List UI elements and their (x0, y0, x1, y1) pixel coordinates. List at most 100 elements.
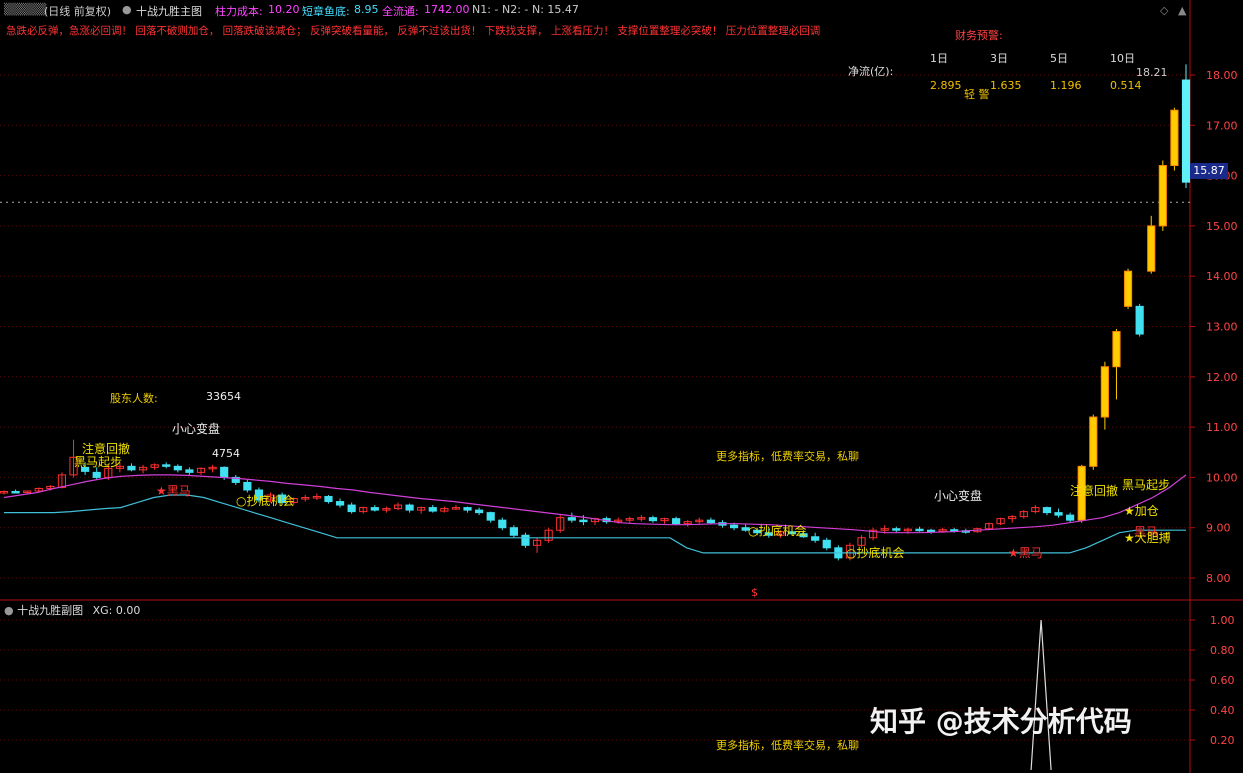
candle-body (324, 496, 333, 503)
chart-canvas[interactable]: 8.009.0010.0011.0012.0013.0014.0015.0016… (0, 0, 1243, 773)
candle-body (428, 507, 437, 512)
y-tick-label: 11.00 (1206, 421, 1238, 434)
candle-body (811, 536, 820, 541)
candle-body (729, 524, 739, 529)
candle-body (127, 465, 136, 471)
candle-body (672, 518, 681, 525)
candle-body (463, 507, 472, 511)
candle-body (173, 465, 182, 471)
bottom-chance-text-2: 抄底机会 (758, 524, 807, 538)
finance-value-10: 0.514 (1110, 79, 1142, 92)
sub-indicator-name[interactable]: 十战九胜副图 (17, 604, 83, 617)
candle-body (648, 517, 658, 522)
caution-label-1: 小心变盘 (172, 422, 221, 436)
candle-body (1135, 305, 1144, 335)
finance-period-5: 5日 (1050, 52, 1068, 65)
bottom-chance-label-2: ○抄底机会 (748, 524, 807, 538)
finance-period-10: 10日 (1110, 52, 1135, 65)
attention-label-2: 注意回撤 (1070, 484, 1119, 498)
caution-value-1: 4754 (212, 447, 240, 460)
candle-body (243, 481, 252, 491)
y-tick-label: 9.00 (1206, 522, 1231, 535)
candle-body (1158, 165, 1167, 227)
darkhorse-start-label-2: 黑马起步 (1122, 478, 1171, 492)
holders-value: 33654 (206, 390, 241, 403)
sub-y-tick-label: 0.60 (1210, 674, 1235, 687)
bottom-chance-label-3: ○抄底机会 (846, 546, 905, 560)
y-tick-label: 15.00 (1206, 220, 1238, 233)
candle-body (1089, 416, 1098, 467)
bold-bet-label: ★大胆搏 (1124, 531, 1171, 545)
finance-value-3: 1.635 (990, 79, 1022, 92)
candle-body (915, 528, 924, 532)
high-price-label: 18.21 (1136, 66, 1168, 79)
more-info-2: 更多指标，低费率交易，私聊 (716, 739, 859, 752)
y-tick-label: 13.00 (1206, 321, 1238, 334)
candle-body (347, 504, 356, 513)
darkhorse-text-2: 黑马 (1018, 546, 1043, 560)
y-tick-label: 18.00 (1206, 69, 1238, 82)
holders-label: 股东人数: (110, 392, 158, 405)
xg-spike-line (1030, 619, 1052, 771)
finance-value-1: 2.895 (930, 79, 962, 92)
candle-body (92, 471, 101, 478)
candle-body (370, 507, 379, 511)
candle-body (1181, 79, 1191, 183)
caution-label-2: 小心变盘 (934, 489, 983, 503)
candle-body (335, 501, 345, 506)
darkhorse-start-label-1: 黑马起步 (74, 455, 123, 469)
more-info-1: 更多指标，低费率交易，私聊 (716, 450, 859, 463)
candle-body (706, 519, 715, 524)
sub-dropdown-icon[interactable]: ● (4, 604, 14, 617)
add-position-label: ★加仓 (1124, 504, 1159, 518)
y-tick-label: 14.00 (1206, 270, 1238, 283)
candle-body (1112, 331, 1121, 368)
add-position-text: 加仓 (1134, 504, 1159, 518)
sub-xg-value: XG: 0.00 (92, 604, 141, 617)
candle-body (11, 490, 20, 494)
candle-body (567, 517, 576, 521)
sub-y-tick-label: 0.40 (1210, 704, 1235, 717)
y-tick-label: 8.00 (1206, 572, 1231, 585)
candle-body (822, 539, 831, 549)
y-tick-label: 12.00 (1206, 371, 1238, 384)
candle-body (1100, 366, 1109, 418)
darkhorse-label-2: ★黑马 (1008, 546, 1043, 560)
finance-period-3: 3日 (990, 52, 1008, 65)
candle-body (220, 466, 229, 478)
watermark: 知乎 @技术分析代码 (870, 705, 1132, 738)
candle-body (892, 528, 901, 531)
candle-body (1066, 514, 1075, 521)
candle-body (579, 519, 588, 523)
darkhorse-text-1: 黑马 (166, 484, 191, 498)
bottom-chance-label-1: ○抄底机会 (236, 494, 295, 508)
sub-panel-header: ● 十战九胜副图 XG: 0.00 (4, 602, 140, 618)
finance-value-5: 1.196 (1050, 79, 1082, 92)
candle-body (1054, 512, 1063, 516)
sub-y-tick-label: 1.00 (1210, 614, 1235, 627)
candle-body (1042, 507, 1052, 514)
candle-body (1123, 270, 1133, 307)
sub-y-tick-label: 0.20 (1210, 734, 1235, 747)
candle-body (926, 529, 936, 533)
bottom-chance-text-1: 抄底机会 (246, 494, 295, 508)
finance-period-1: 1日 (930, 52, 948, 65)
candle-body (486, 512, 495, 521)
warning-label: 轻 警 (964, 88, 990, 101)
bottom-chance-text-3: 抄底机会 (856, 546, 905, 560)
candle-body (1170, 109, 1179, 167)
y-tick-label: 17.00 (1206, 119, 1238, 132)
candle-body (405, 504, 414, 511)
finance-title: 财务预警: (955, 29, 1003, 42)
candle-body (521, 534, 530, 546)
sub-y-tick-label: 0.80 (1210, 644, 1235, 657)
net-flow-label: 净流(亿): (848, 65, 894, 78)
y-tick-label: 10.00 (1206, 471, 1238, 484)
candle-body (498, 519, 507, 529)
candle-body (185, 469, 194, 473)
current-price-tag: 15.87 (1190, 163, 1228, 179)
candle-body (475, 509, 484, 514)
s-marker: $ (751, 586, 758, 599)
candle-body (509, 527, 518, 536)
candle-body (162, 464, 171, 467)
